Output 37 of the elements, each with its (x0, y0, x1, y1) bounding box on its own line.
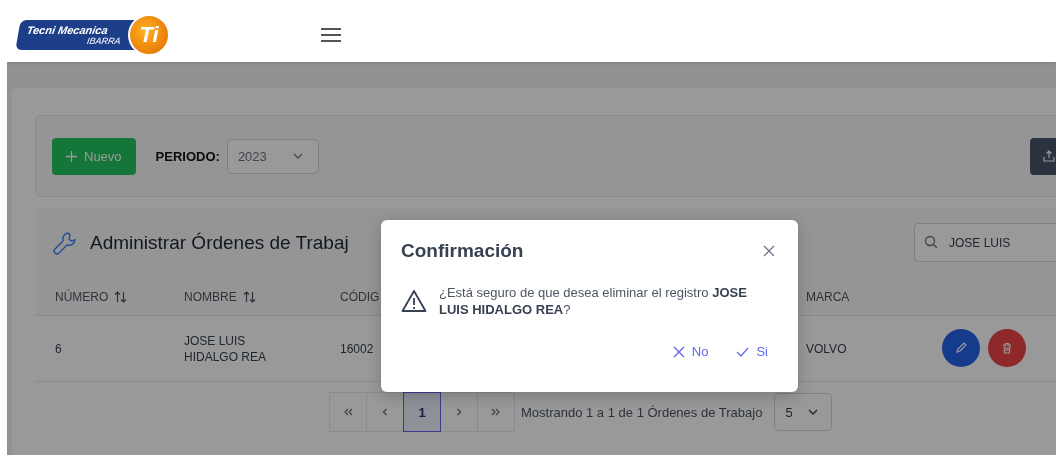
delete-button[interactable] (988, 329, 1026, 367)
next-page-button[interactable] (440, 392, 478, 432)
table-cell: 6 (55, 341, 62, 356)
section-title: Administrar Órdenes de Trabaj (90, 231, 349, 254)
sort-icon[interactable] (114, 290, 128, 303)
previous-page-button[interactable] (366, 392, 404, 432)
search-field[interactable]: JOSE LUIS (914, 223, 1056, 262)
period-label: PERIODO: (155, 148, 220, 164)
upload-icon (1042, 149, 1056, 163)
menu-icon[interactable] (321, 26, 341, 43)
check-icon (736, 346, 750, 357)
pagination-summary: Mostrando 1 a 1 de 1 Órdenes de Trabajo (521, 404, 763, 420)
table-cell: VOLVO (806, 341, 847, 356)
period-dropdown[interactable]: 2023 (226, 138, 319, 174)
dialog-title: Confirmación (401, 240, 524, 262)
warning-icon (401, 289, 427, 313)
export-button[interactable] (1030, 137, 1056, 175)
plus-icon (65, 149, 78, 163)
edit-button[interactable] (942, 329, 980, 367)
close-icon (672, 345, 685, 358)
column-header: CÓDIG (340, 289, 380, 304)
table-cell: 16002 (340, 341, 374, 356)
pencil-icon (954, 341, 968, 355)
no-button[interactable]: No (664, 340, 717, 363)
last-page-icon (490, 406, 502, 418)
confirmation-message: ¿Está seguro de que desea eliminar el registro JOSE LUIS HIDALGO REA? (439, 284, 748, 318)
rows-per-page-dropdown[interactable]: 5 (774, 393, 833, 431)
table-cell-text: JOSE LUIS HIDALGO REA (184, 332, 268, 365)
close-button[interactable] (762, 244, 776, 258)
column-header[interactable]: NOMBRE (184, 289, 256, 304)
column-header: MARCA (806, 289, 850, 304)
trash-icon (1000, 341, 1014, 355)
yes-button[interactable]: Si (728, 340, 776, 363)
sort-icon[interactable] (242, 290, 256, 303)
first-page-icon (342, 406, 354, 418)
wrench-icon (52, 229, 78, 256)
page-button[interactable]: 1 (403, 392, 441, 432)
